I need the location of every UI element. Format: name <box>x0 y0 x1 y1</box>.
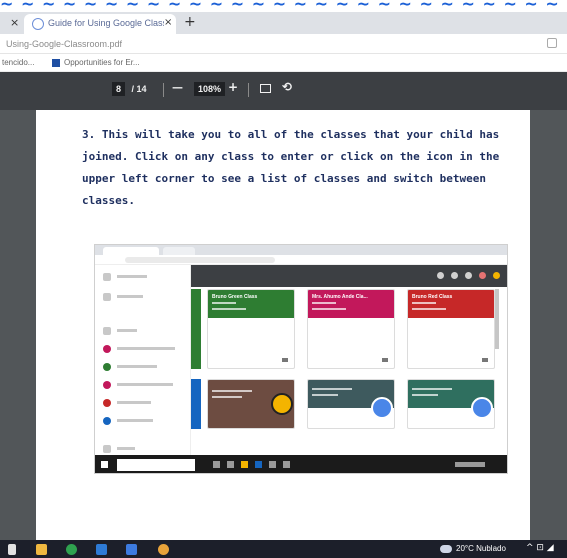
class-card-title: Mrs. Ahumo Ande Cla... <box>312 294 368 300</box>
card-edge <box>191 379 201 429</box>
class-card-header: Mrs. Ahumo Ande Cla... <box>308 290 394 318</box>
class-card[interactable]: Bruno Red Class <box>407 289 495 369</box>
class-card[interactable]: Mrs. Ahumo Ande Cla... <box>307 289 395 369</box>
taskbar-app-icon[interactable] <box>126 544 137 555</box>
sidebar-row <box>103 445 183 453</box>
screen: ~ ~ ~ ~ ~ ~ ~ ~ ~ ~ ~ ~ ~ ~ ~ ~ ~ ~ ~ ~ … <box>0 0 567 558</box>
folder-icon <box>482 358 488 362</box>
windows-taskbar: 20°C Nublado ^ ⊡ ◢ <box>0 540 567 558</box>
taskbar-app-icon <box>227 461 234 468</box>
url-text[interactable]: Using-Google-Classroom.pdf <box>6 39 122 49</box>
sidebar-row <box>103 345 183 353</box>
windows-start-icon[interactable] <box>8 544 16 555</box>
teacher-avatar-icon <box>371 397 393 419</box>
class-badge-icon <box>271 393 293 415</box>
taskbar-app-icon <box>255 461 262 468</box>
screenshot-tab <box>103 247 159 255</box>
screenshot-sidebar <box>95 265 191 455</box>
zoom-level-input[interactable]: 108% <box>194 82 226 96</box>
weather-text: Nublado <box>476 544 506 553</box>
blog-decoration: ~ ~ ~ ~ ~ ~ ~ ~ ~ ~ ~ ~ ~ ~ ~ ~ ~ ~ ~ ~ … <box>0 0 567 12</box>
classroom-screenshot: Bruno Green Class Mrs. Ahumo Ande Cla...… <box>94 244 508 474</box>
sidebar-row <box>103 327 183 335</box>
page-number-input[interactable]: 8 <box>112 82 126 96</box>
page-total: / 14 <box>131 84 147 94</box>
settings-icon <box>465 272 472 279</box>
pdf-viewer: 8 / 14 — 108% + ⟲ 3. This will take you … <box>0 72 567 540</box>
class-card-title: Bruno Red Class <box>412 294 453 300</box>
bookmarks-bar: tencido... Opportunities for Er... <box>0 54 567 72</box>
tab-close-icon[interactable]: × <box>164 17 172 28</box>
card-edge <box>191 289 201 369</box>
page-indicator: 8 / 14 <box>112 82 147 96</box>
extension-icon[interactable] <box>547 38 557 48</box>
class-card[interactable]: Bruno Green Class <box>207 289 295 369</box>
taskbar-app-icon <box>283 461 290 468</box>
folder-icon <box>382 358 388 362</box>
sidebar-row <box>103 399 183 407</box>
taskbar-app-icon[interactable] <box>158 544 169 555</box>
system-tray[interactable]: ^ ⊡ ◢ <box>526 543 554 553</box>
bookmark-item[interactable]: Opportunities for Er... <box>64 58 140 67</box>
profile-icon <box>493 272 500 279</box>
teacher-avatar-icon <box>471 397 493 419</box>
apps-icon <box>451 272 458 279</box>
fit-to-page-icon[interactable] <box>260 84 271 93</box>
toolbar-divider <box>163 83 164 97</box>
screenshot-app-header <box>191 265 507 287</box>
screenshot-tab-bar <box>95 245 507 255</box>
screenshot-search-box <box>117 459 195 471</box>
screenshot-clock <box>455 462 485 467</box>
screenshot-taskbar <box>95 455 507 473</box>
address-bar[interactable]: Using-Google-Classroom.pdf <box>0 34 567 54</box>
bookmark-folder-icon <box>52 59 60 67</box>
new-tab-button[interactable]: + <box>184 14 196 30</box>
bookmark-item[interactable]: tencido... <box>2 58 34 67</box>
screenshot-scrollbar <box>495 289 499 349</box>
taskbar-app-icon <box>213 461 220 468</box>
pdf-page: 3. This will take you to all of the clas… <box>36 110 530 540</box>
avatar-icon <box>479 272 486 279</box>
instruction-text: 3. This will take you to all of the clas… <box>82 128 500 207</box>
sidebar-row <box>103 273 183 281</box>
sidebar-row <box>103 363 183 371</box>
taskbar-app-icon <box>241 461 248 468</box>
pdf-toolbar: 8 / 14 — 108% + ⟲ <box>0 72 567 110</box>
browser-tab-active[interactable]: Guide for Using Google Classro × <box>24 14 176 34</box>
zoom-out-button[interactable]: — <box>172 81 183 94</box>
browser-tab-bar: × Guide for Using Google Classro × + <box>0 12 567 34</box>
sidebar-row <box>103 417 183 425</box>
chrome-icon[interactable] <box>66 544 77 555</box>
classroom-favicon-icon <box>32 18 44 30</box>
taskbar-app-icon[interactable] <box>96 544 107 555</box>
folder-icon <box>282 358 288 362</box>
rotate-icon[interactable]: ⟲ <box>282 80 292 94</box>
tab-title: Guide for Using Google Classro <box>48 18 164 28</box>
class-card-header: Bruno Red Class <box>408 290 494 318</box>
plus-icon <box>437 272 444 279</box>
blog-header-strip: ~ ~ ~ ~ ~ ~ ~ ~ ~ ~ ~ ~ ~ ~ ~ ~ ~ ~ ~ ~ … <box>0 0 567 12</box>
file-explorer-icon[interactable] <box>36 544 47 555</box>
class-card-title: Bruno Green Class <box>212 294 258 300</box>
sidebar-row <box>103 381 183 389</box>
screenshot-tab <box>163 247 195 255</box>
screenshot-url-field <box>125 257 275 263</box>
windows-start-icon <box>101 461 108 468</box>
weather-readout[interactable]: 20°C Nublado <box>456 544 506 553</box>
taskbar-app-icon <box>269 461 276 468</box>
close-icon[interactable]: × <box>10 16 19 29</box>
zoom-in-button[interactable]: + <box>228 80 238 94</box>
class-card-header: Bruno Green Class <box>208 290 294 318</box>
temperature-text: 20°C <box>456 544 474 553</box>
toolbar-divider <box>248 83 249 97</box>
sidebar-row <box>103 293 183 301</box>
cloud-icon <box>440 545 452 553</box>
